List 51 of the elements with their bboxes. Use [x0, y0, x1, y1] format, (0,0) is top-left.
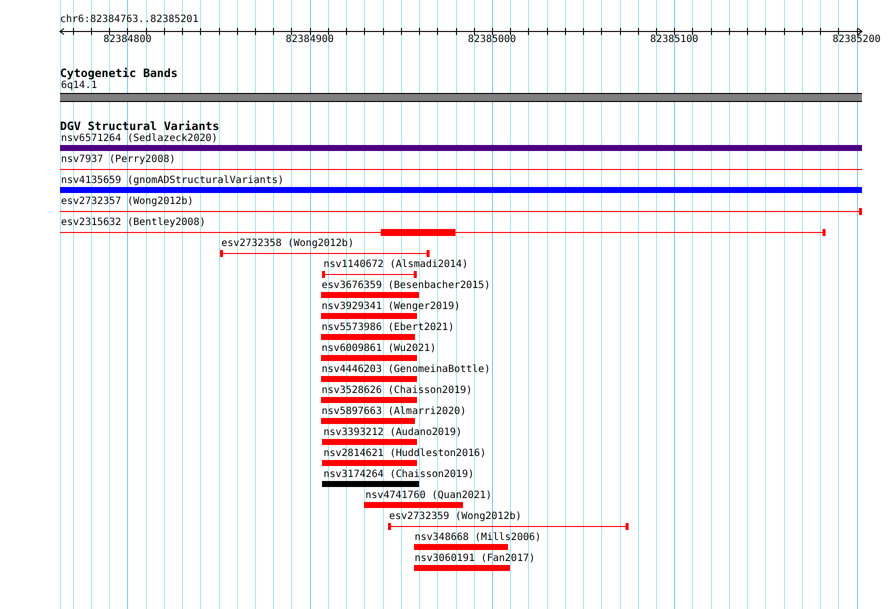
variant-bar[interactable]: [60, 145, 862, 151]
variant-bar[interactable]: [320, 292, 420, 298]
track-title: Cytogenetic Bands: [60, 67, 178, 80]
variant-label: esv3676359 (Besenbacher2015): [322, 280, 490, 292]
variant-bar[interactable]: [320, 376, 418, 382]
variant-bar[interactable]: [414, 544, 508, 550]
cytoband-bar[interactable]: [60, 93, 862, 102]
variant-bar[interactable]: [320, 397, 418, 403]
region-title: chr6:82384763..82385201: [60, 14, 198, 26]
track-title: DGV Structural Variants: [60, 120, 220, 133]
variant-label: esv2732358 (Wong2012b): [221, 238, 354, 250]
variant-label: nsv1140672 (Alsmadi2014): [323, 259, 468, 271]
tick-label: 82384900: [286, 34, 334, 46]
variant-bar[interactable]: [322, 439, 418, 445]
variant-bar[interactable]: [320, 355, 418, 361]
variant-bar[interactable]: [364, 502, 463, 508]
variant-bar[interactable]: [60, 187, 862, 193]
variant-label: nsv2814621 (Huddleston2016): [323, 448, 486, 460]
variant-label: nsv5573986 (Ebert2021): [322, 322, 454, 334]
variant-label: nsv6009861 (Wu2021): [322, 343, 436, 355]
tick-label: 82385200: [832, 34, 881, 46]
variant-label: nsv348668 (Mills2006): [414, 532, 542, 544]
variant-label: nsv4446203 (GenomeinaBottle): [322, 364, 490, 376]
variant-label: nsv3060191 (Fan2017): [414, 553, 536, 565]
variant-bar[interactable]: [322, 481, 420, 487]
band-label: 6q14.1: [61, 80, 98, 92]
variant-bar[interactable]: [320, 334, 416, 340]
variant-span[interactable]: [60, 229, 826, 236]
tick-label: 82385000: [468, 34, 516, 46]
variant-span[interactable]: [388, 523, 629, 530]
variant-span[interactable]: [60, 208, 862, 215]
variant-label: esv2315632 (Bentley2008): [61, 217, 206, 229]
tick-label: 82384800: [103, 34, 152, 46]
variant-label: nsv5897663 (Almarri2020): [322, 406, 466, 418]
variant-label: nsv3929341 (Wenger2019): [322, 301, 460, 313]
variant-label: esv2732357 (Wong2012b): [61, 196, 194, 208]
variant-span[interactable]: [322, 271, 418, 278]
variant-label: nsv7937 (Perry2008): [61, 154, 176, 166]
variant-label: esv2732359 (Wong2012b): [389, 511, 522, 523]
variant-bar[interactable]: [322, 460, 418, 466]
variant-bar[interactable]: [320, 418, 416, 424]
variant-bar[interactable]: [320, 313, 418, 319]
variant-label: nsv4135659 (gnomADStructuralVariants): [61, 175, 284, 187]
variant-label: nsv6571264 (Sedlazeck2020): [61, 133, 218, 145]
variant-label: nsv4741760 (Quan2021): [365, 490, 492, 502]
variant-label: nsv3174264 (Chaisson2019): [323, 469, 474, 481]
tick-label: 82385100: [650, 34, 698, 46]
variant-bar[interactable]: [414, 565, 510, 571]
variant-label: nsv3393212 (Audano2019): [323, 427, 462, 439]
variant-span[interactable]: [220, 250, 430, 257]
variant-label: nsv3528626 (Chaisson2019): [322, 385, 472, 397]
